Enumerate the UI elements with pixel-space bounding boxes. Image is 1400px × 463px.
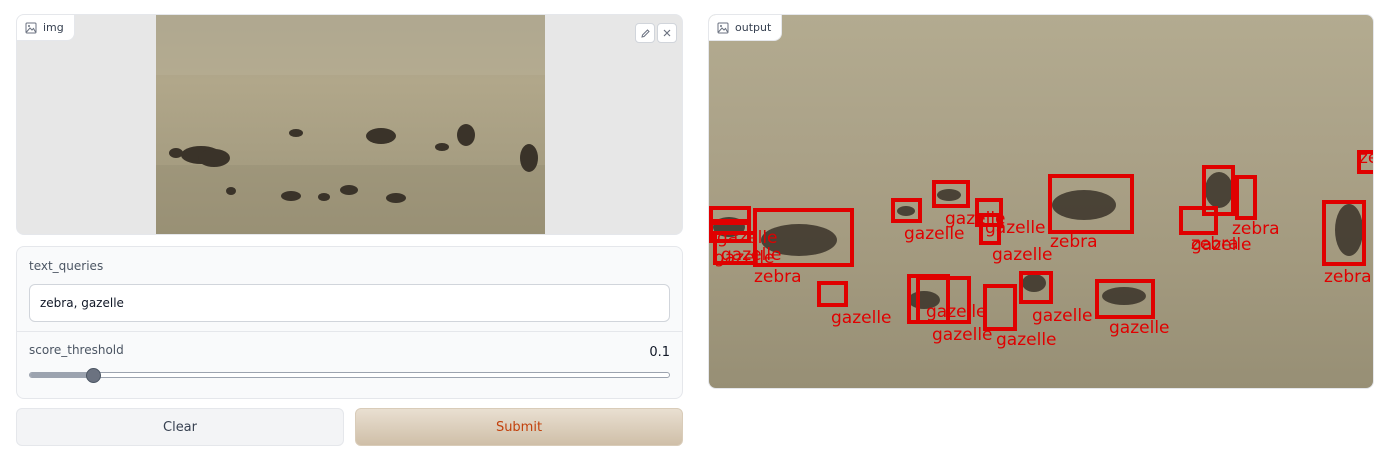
- input-image-label-text: img: [43, 21, 64, 34]
- slider-thumb[interactable]: [86, 368, 102, 383]
- input-photo: [156, 15, 545, 234]
- output-image-label: output: [709, 15, 783, 41]
- submit-button[interactable]: Submit: [355, 408, 683, 446]
- detection-label-gazelle: gazelle: [831, 308, 892, 328]
- output-image-label-text: output: [735, 21, 772, 34]
- detections-overlay: zebrazebrazebrazebrazebrazebragazellegaz…: [709, 148, 1374, 350]
- score-threshold-label: score_threshold: [29, 343, 124, 357]
- detection-label-zebra: zebra: [1324, 267, 1372, 287]
- input-image-panel[interactable]: img: [16, 14, 683, 235]
- clear-button[interactable]: Clear: [16, 408, 344, 446]
- slider-fill: [30, 373, 94, 377]
- text-queries-input[interactable]: [29, 284, 670, 322]
- score-threshold-slider[interactable]: [29, 372, 670, 378]
- detection-box-gazelle: [709, 206, 751, 223]
- pencil-icon: [640, 28, 650, 38]
- detection-label-gazelle: gazelle: [992, 245, 1053, 265]
- detection-label-gazelle: gazelle: [721, 245, 782, 265]
- form-divider: [17, 331, 682, 332]
- edit-button[interactable]: [635, 23, 655, 43]
- detection-label-gazelle: gazelle: [996, 330, 1057, 350]
- animal-silhouettes: [713, 172, 1363, 309]
- parameters-form: text_queries score_threshold 0.1: [16, 246, 683, 399]
- detection-label-gazelle: gazelle: [926, 302, 987, 322]
- image-icon: [25, 22, 37, 33]
- detection-label-zebra: zebra: [1050, 232, 1098, 252]
- detection-box-zebra: [1235, 175, 1257, 220]
- image-icon: [717, 22, 729, 33]
- detection-label-gazelle: gazelle: [1032, 306, 1093, 326]
- output-image-panel: output zebrazebrazebrazebrazebrazebragaz…: [708, 14, 1374, 389]
- detection-label-gazelle: gazelle: [1109, 318, 1170, 338]
- detection-box-gazelle: [817, 281, 848, 307]
- detection-label-gazelle: gazelle: [1191, 235, 1252, 255]
- detection-label-zebra: zebra: [754, 267, 802, 287]
- detection-box-gazelle: [1179, 206, 1218, 235]
- input-photo-scene: [156, 15, 545, 234]
- score-threshold-value[interactable]: 0.1: [649, 345, 670, 360]
- close-icon: [663, 29, 671, 37]
- clear-image-button[interactable]: [657, 23, 677, 43]
- detection-label-gazelle: gazelle: [985, 218, 1046, 238]
- input-image-label: img: [17, 15, 75, 41]
- detection-label-zebra: zebra: [1359, 148, 1374, 168]
- detection-box-gazelle: [983, 284, 1017, 331]
- text-queries-label: text_queries: [29, 259, 104, 273]
